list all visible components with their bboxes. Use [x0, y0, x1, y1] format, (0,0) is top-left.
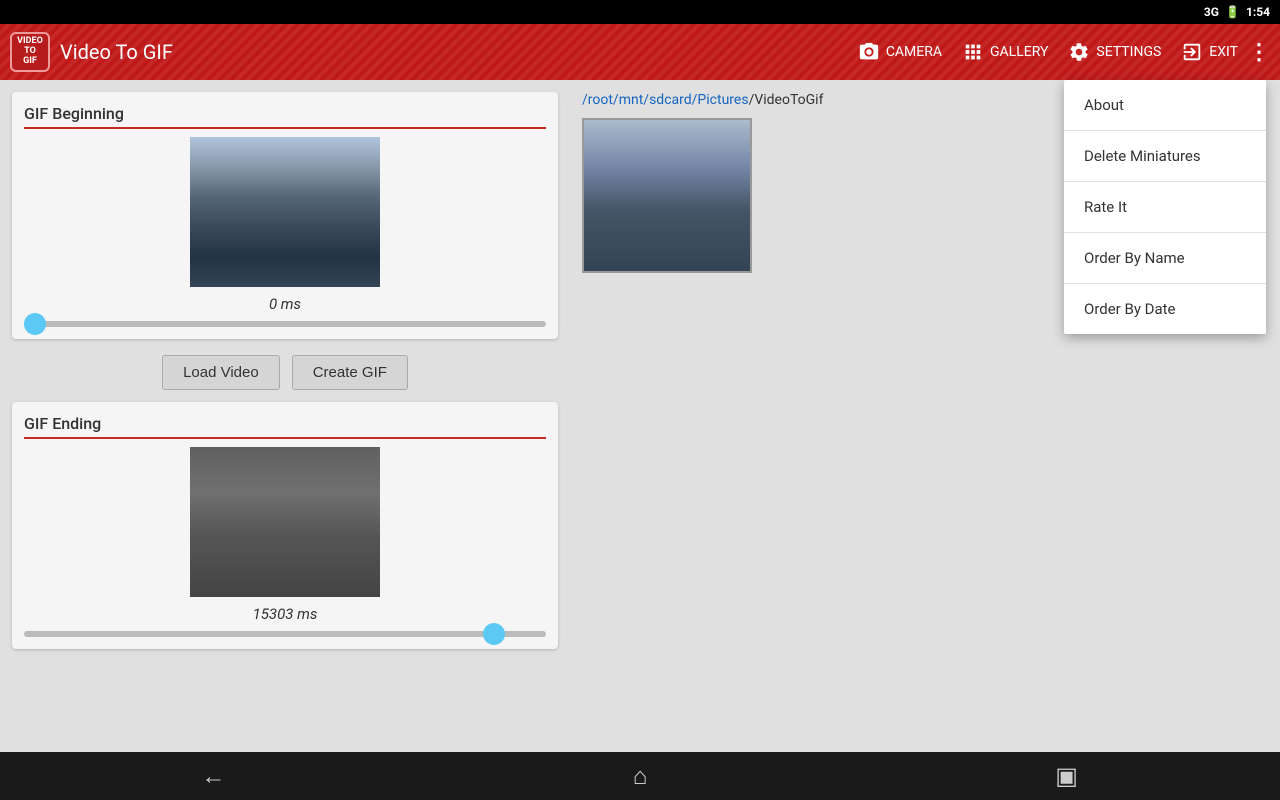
gif-ending-slider-thumb[interactable]: [483, 623, 505, 645]
exit-icon: [1181, 41, 1203, 63]
recent-apps-button[interactable]: ▣: [1027, 756, 1107, 796]
app-title: Video To GIF: [60, 40, 848, 64]
menu-item-order-by-name[interactable]: Order By Name: [1064, 233, 1266, 284]
gif-beginning-slider-track[interactable]: [24, 321, 546, 327]
gallery-icon: [962, 41, 984, 63]
gif-beginning-title: GIF Beginning: [24, 104, 546, 129]
time-display: 1:54: [1246, 5, 1270, 19]
back-button[interactable]: ←: [173, 756, 253, 796]
gif-beginning-preview: [190, 137, 380, 287]
menu-item-order-by-date[interactable]: Order By Date: [1064, 284, 1266, 334]
bottom-nav: ← ⌂ ▣: [0, 752, 1280, 800]
gallery-thumbnail[interactable]: [582, 118, 752, 273]
menu-item-delete-miniatures[interactable]: Delete Miniatures: [1064, 131, 1266, 182]
home-button[interactable]: ⌂: [600, 756, 680, 796]
left-panel: GIF Beginning 0 ms Load Video Create GIF…: [0, 80, 570, 752]
camera-button[interactable]: CAMERA: [858, 41, 942, 63]
exit-label: EXIT: [1209, 44, 1238, 60]
network-indicator: 3G: [1204, 5, 1219, 19]
load-video-button[interactable]: Load Video: [162, 355, 280, 390]
gif-ending-time: 15303 ms: [24, 605, 546, 623]
app-icon: VIDEOTOGIF: [10, 32, 50, 72]
app-icon-label: VIDEOTOGIF: [17, 37, 43, 67]
gif-ending-preview: [190, 447, 380, 597]
dropdown-menu: About Delete Miniatures Rate It Order By…: [1064, 80, 1266, 334]
settings-button[interactable]: SETTINGS: [1068, 41, 1161, 63]
gif-ending-card: GIF Ending 15303 ms: [12, 402, 558, 649]
action-buttons-row: Load Video Create GIF: [12, 355, 558, 390]
gallery-label: GALLERY: [990, 44, 1048, 60]
camera-icon: [858, 41, 880, 63]
gif-ending-title: GIF Ending: [24, 414, 546, 439]
gif-beginning-card: GIF Beginning 0 ms: [12, 92, 558, 339]
breadcrumb-current: /VideoToGif: [749, 92, 824, 108]
settings-label: SETTINGS: [1096, 44, 1161, 60]
more-button[interactable]: ⋮: [1248, 40, 1270, 65]
exit-button[interactable]: EXIT: [1181, 41, 1238, 63]
camera-label: CAMERA: [886, 44, 942, 60]
settings-icon: [1068, 41, 1090, 63]
breadcrumb-link[interactable]: /root/mnt/sdcard/Pictures: [582, 92, 749, 108]
gif-ending-slider-track[interactable]: [24, 631, 546, 637]
battery-icon: 🔋: [1225, 5, 1240, 19]
top-bar-actions: CAMERA GALLERY SETTINGS EXIT: [858, 41, 1238, 63]
gallery-button[interactable]: GALLERY: [962, 41, 1048, 63]
top-bar: VIDEOTOGIF Video To GIF CAMERA GALLERY S…: [0, 24, 1280, 80]
menu-item-about[interactable]: About: [1064, 80, 1266, 131]
create-gif-button[interactable]: Create GIF: [292, 355, 408, 390]
gif-beginning-slider-thumb[interactable]: [24, 313, 46, 335]
gif-beginning-time: 0 ms: [24, 295, 546, 313]
status-bar: 3G 🔋 1:54: [0, 0, 1280, 24]
menu-item-rate-it[interactable]: Rate It: [1064, 182, 1266, 233]
